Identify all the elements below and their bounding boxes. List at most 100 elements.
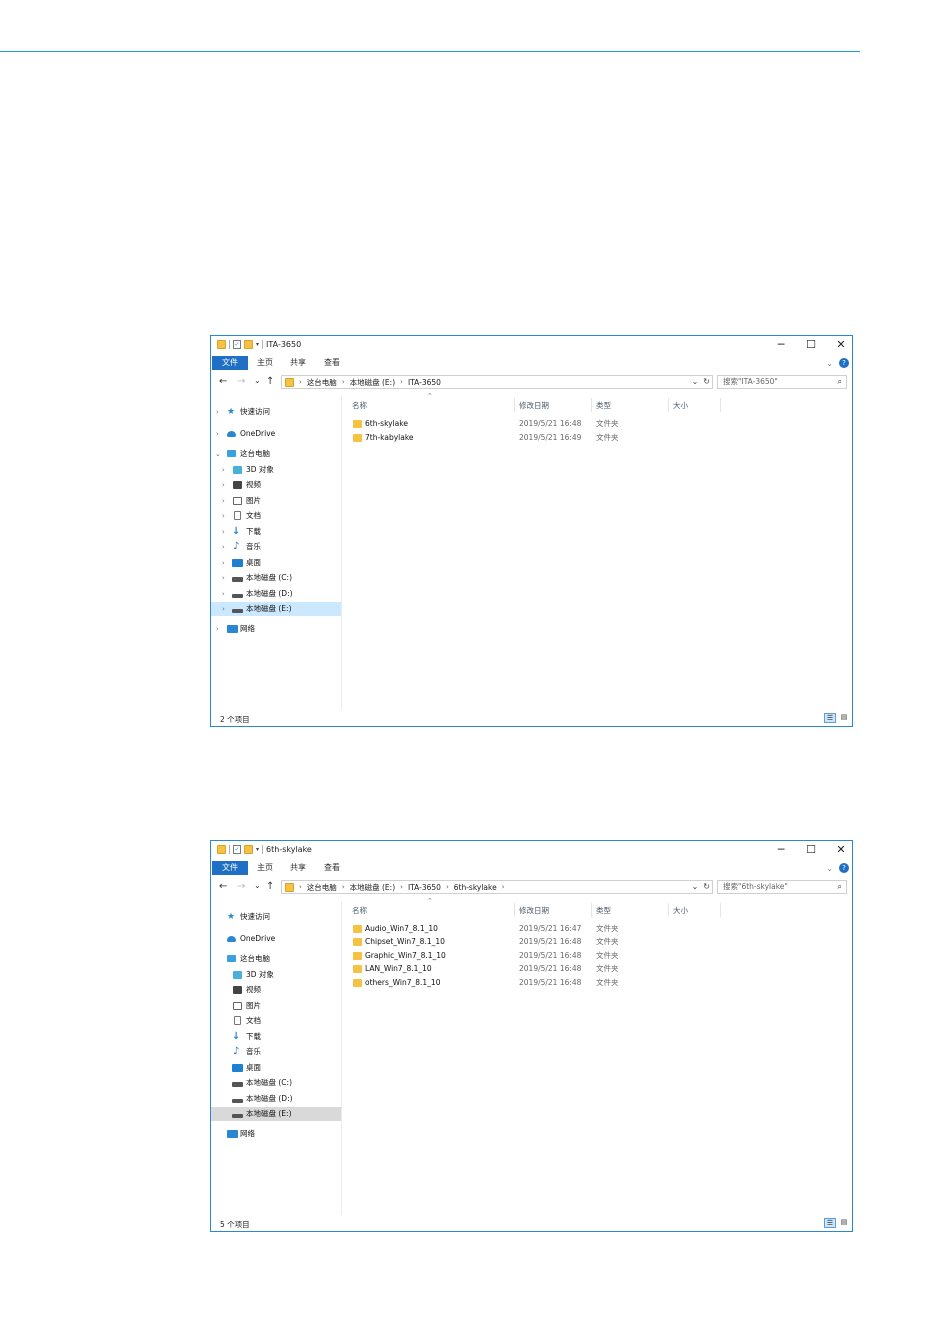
chevron-right-icon[interactable]: ›: [216, 405, 219, 419]
nav-item-network[interactable]: 网络: [211, 1127, 341, 1141]
maximize-button[interactable]: ☐: [806, 338, 816, 351]
tab-view[interactable]: 查看: [316, 356, 348, 370]
column-header-type[interactable]: 类型: [596, 905, 611, 916]
column-header-type[interactable]: 类型: [596, 400, 611, 411]
chevron-right-icon[interactable]: ›: [342, 883, 345, 891]
breadcrumb-drive-e[interactable]: 本地磁盘 (E:): [350, 377, 396, 388]
breadcrumb-this-pc[interactable]: 这台电脑: [307, 882, 337, 893]
nav-item-downloads[interactable]: › ↓ 下载: [211, 525, 341, 539]
chevron-right-icon[interactable]: ›: [222, 463, 225, 477]
nav-item-drive-e[interactable]: 本地磁盘 (E:): [211, 1107, 341, 1121]
tab-home[interactable]: 主页: [249, 861, 281, 875]
list-item[interactable]: Audio_Win7_8.1_10 2019/5/21 16:47 文件夹: [352, 922, 852, 935]
refresh-icon[interactable]: ↻: [703, 882, 710, 891]
chevron-right-icon[interactable]: ›: [222, 602, 225, 616]
tab-share[interactable]: 共享: [282, 356, 314, 370]
details-view-icon[interactable]: ☰: [824, 1218, 836, 1228]
forward-button[interactable]: →: [237, 881, 245, 892]
column-divider[interactable]: [591, 903, 592, 917]
chevron-right-icon[interactable]: ›: [222, 509, 225, 523]
list-item[interactable]: Chipset_Win7_8.1_10 2019/5/21 16:48 文件夹: [352, 935, 852, 948]
nav-item-drive-e[interactable]: › 本地磁盘 (E:): [211, 602, 341, 616]
help-icon[interactable]: ?: [839, 863, 849, 873]
tab-file[interactable]: 文件: [212, 356, 248, 370]
properties-icon[interactable]: ✓: [233, 845, 241, 854]
close-button[interactable]: ✕: [836, 338, 846, 351]
maximize-button[interactable]: ☐: [806, 843, 816, 856]
chevron-right-icon[interactable]: ›: [400, 378, 403, 386]
chevron-right-icon[interactable]: ›: [446, 883, 449, 891]
nav-item-pictures[interactable]: 图片: [211, 999, 341, 1013]
nav-item-drive-d[interactable]: › 本地磁盘 (D:): [211, 587, 341, 601]
new-folder-icon[interactable]: [244, 340, 253, 349]
column-divider[interactable]: [668, 398, 669, 412]
nav-item-drive-c[interactable]: › 本地磁盘 (C:): [211, 571, 341, 585]
search-input[interactable]: 搜索"ITA-3650" ⌕: [717, 375, 847, 389]
nav-item-desktop[interactable]: › 桌面: [211, 556, 341, 570]
breadcrumb-6th-skylake[interactable]: 6th-skylake: [454, 883, 497, 892]
details-view-icon[interactable]: ☰: [824, 713, 836, 723]
help-icon[interactable]: ?: [839, 358, 849, 368]
chevron-right-icon[interactable]: ›: [222, 478, 225, 492]
nav-item-downloads[interactable]: ↓ 下载: [211, 1030, 341, 1044]
column-divider[interactable]: [668, 903, 669, 917]
column-header-size[interactable]: 大小: [673, 400, 688, 411]
address-bar[interactable]: › 这台电脑 › 本地磁盘 (E:) › ITA-3650 › 6th-skyl…: [281, 880, 713, 894]
breadcrumb-drive-e[interactable]: 本地磁盘 (E:): [350, 882, 396, 893]
nav-item-3d-objects[interactable]: 3D 对象: [211, 968, 341, 982]
expand-ribbon-icon[interactable]: ⌄: [826, 864, 833, 873]
nav-item-desktop[interactable]: 桌面: [211, 1061, 341, 1075]
breadcrumb-ita-3650[interactable]: ITA-3650: [408, 378, 441, 387]
close-button[interactable]: ✕: [836, 843, 846, 856]
customize-toolbar-icon[interactable]: ▾: [256, 846, 259, 853]
nav-item-pictures[interactable]: › 图片: [211, 494, 341, 508]
address-history-icon[interactable]: ⌄: [692, 377, 699, 386]
nav-item-quick-access[interactable]: ★ 快速访问: [211, 910, 341, 924]
tab-file[interactable]: 文件: [212, 861, 248, 875]
up-button[interactable]: ↑: [266, 376, 274, 387]
nav-item-this-pc[interactable]: 这台电脑: [211, 952, 341, 966]
nav-item-quick-access[interactable]: › ★ 快速访问: [211, 405, 341, 419]
nav-item-drive-c[interactable]: 本地磁盘 (C:): [211, 1076, 341, 1090]
large-icons-view-icon[interactable]: ▤: [838, 713, 850, 723]
nav-item-drive-d[interactable]: 本地磁盘 (D:): [211, 1092, 341, 1106]
chevron-right-icon[interactable]: ›: [216, 622, 219, 636]
column-divider[interactable]: [514, 398, 515, 412]
nav-item-onedrive[interactable]: OneDrive: [211, 932, 341, 946]
new-folder-icon[interactable]: [244, 845, 253, 854]
column-header-name[interactable]: 名称: [352, 400, 367, 411]
column-header-name[interactable]: 名称: [352, 905, 367, 916]
list-item[interactable]: 7th-kabylake 2019/5/21 16:49 文件夹: [352, 431, 852, 444]
nav-item-music[interactable]: ♪ 音乐: [211, 1045, 341, 1059]
nav-item-onedrive[interactable]: › OneDrive: [211, 427, 341, 441]
list-item[interactable]: LAN_Win7_8.1_10 2019/5/21 16:48 文件夹: [352, 962, 852, 975]
column-header-modified[interactable]: 修改日期: [519, 905, 549, 916]
large-icons-view-icon[interactable]: ▤: [838, 1218, 850, 1228]
nav-item-3d-objects[interactable]: › 3D 对象: [211, 463, 341, 477]
back-button[interactable]: ←: [219, 881, 227, 892]
list-item[interactable]: 6th-skylake 2019/5/21 16:48 文件夹: [352, 417, 852, 430]
up-button[interactable]: ↑: [266, 881, 274, 892]
chevron-right-icon[interactable]: ›: [216, 427, 219, 441]
chevron-right-icon[interactable]: ›: [222, 587, 225, 601]
chevron-right-icon[interactable]: ›: [222, 494, 225, 508]
minimize-button[interactable]: ─: [776, 843, 786, 856]
column-divider[interactable]: [720, 398, 721, 412]
recent-locations-button[interactable]: ⌄: [254, 881, 261, 890]
breadcrumb-this-pc[interactable]: 这台电脑: [307, 377, 337, 388]
address-bar[interactable]: › 这台电脑 › 本地磁盘 (E:) › ITA-3650 ⌄ ↻: [281, 375, 713, 389]
chevron-right-icon[interactable]: ›: [222, 525, 225, 539]
minimize-button[interactable]: ─: [776, 338, 786, 351]
column-divider[interactable]: [591, 398, 592, 412]
nav-item-music[interactable]: › ♪ 音乐: [211, 540, 341, 554]
column-header-modified[interactable]: 修改日期: [519, 400, 549, 411]
forward-button[interactable]: →: [237, 376, 245, 387]
address-history-icon[interactable]: ⌄: [692, 882, 699, 891]
chevron-down-icon[interactable]: ⌄: [215, 447, 221, 461]
customize-toolbar-icon[interactable]: ▾: [256, 341, 259, 348]
chevron-right-icon[interactable]: ›: [222, 540, 225, 554]
recent-locations-button[interactable]: ⌄: [254, 376, 261, 385]
nav-item-network[interactable]: › 网络: [211, 622, 341, 636]
refresh-icon[interactable]: ↻: [703, 377, 710, 386]
chevron-right-icon[interactable]: ›: [222, 556, 225, 570]
